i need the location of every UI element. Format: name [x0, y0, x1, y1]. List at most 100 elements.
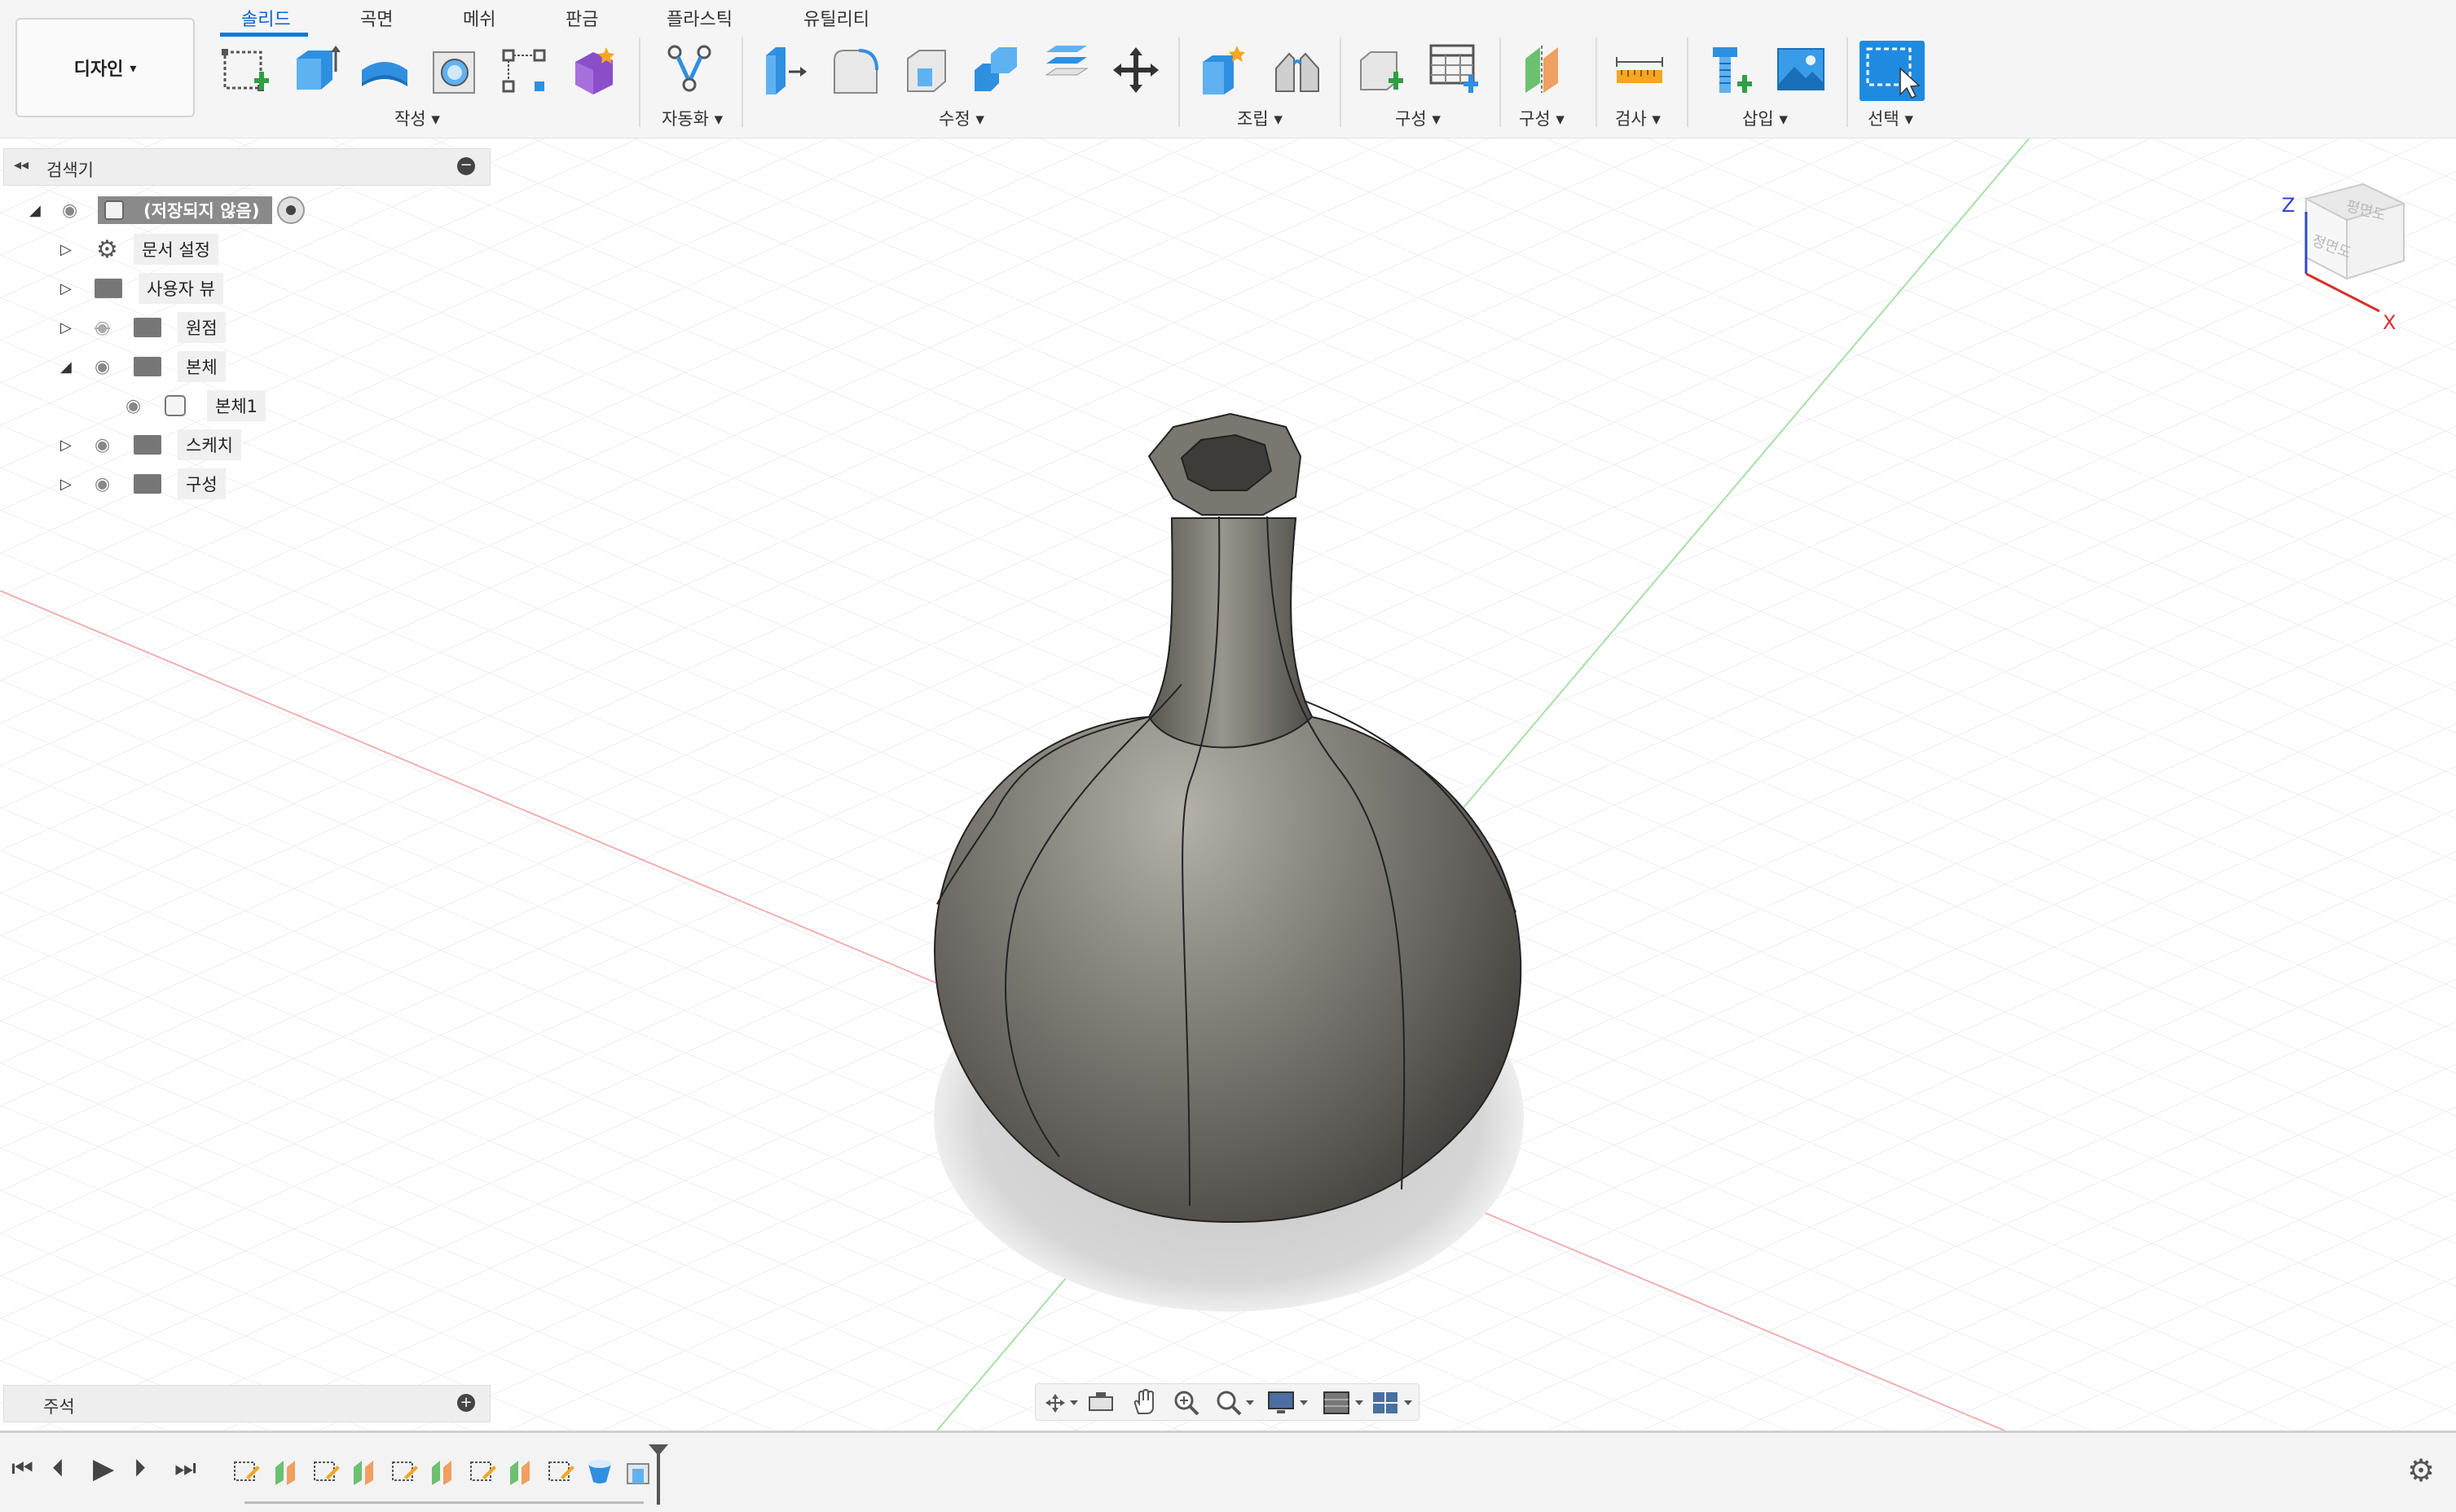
timeline-plane-feature-icon[interactable] [507, 1457, 536, 1487]
automate-group-dropdown[interactable]: 자동화 ▾ [662, 106, 723, 130]
browser-item-construction[interactable]: ▷ ◉ 구성 [60, 468, 226, 500]
orbit-icon[interactable] [1044, 1391, 1080, 1415]
fillet-icon[interactable] [830, 46, 882, 98]
timeline-marker[interactable] [657, 1449, 660, 1505]
timeline-sketch-feature-icon[interactable] [468, 1457, 497, 1487]
construct-group-dropdown[interactable]: 구성 ▾ [1395, 106, 1441, 130]
offset-plane-icon[interactable] [1356, 42, 1408, 94]
collapsed-triangle-icon[interactable]: ▷ [60, 280, 95, 297]
eye-icon[interactable]: ◉ [125, 396, 165, 416]
viewport-canvas[interactable]: 평면도 정면도 Z X [0, 138, 2456, 1431]
minimize-icon[interactable]: − [457, 157, 475, 175]
viewcube-x-axis-label: X [2383, 311, 2396, 334]
assemble-group-dropdown[interactable]: 조립 ▾ [1237, 106, 1283, 130]
viewcube-z-axis-label: Z [2282, 194, 2295, 217]
eye-icon[interactable]: ◉ [95, 474, 134, 494]
offset-face-icon[interactable] [1040, 41, 1092, 93]
browser-item-origin[interactable]: ▷ ◉ 원점 [60, 311, 226, 344]
rectangular-pattern-icon[interactable] [499, 46, 551, 98]
new-component-icon[interactable] [1198, 44, 1250, 96]
joint-icon[interactable] [1271, 44, 1323, 96]
chamfer-icon[interactable] [900, 46, 952, 98]
automate-icon[interactable] [663, 42, 715, 94]
toolbar-separator [1499, 37, 1501, 127]
timeline-sketch-feature-icon[interactable] [546, 1457, 575, 1487]
create-group-dropdown[interactable]: 작성 ▾ [394, 106, 440, 130]
activate-radio-icon[interactable] [277, 196, 306, 224]
revolve-icon[interactable] [359, 46, 411, 98]
measure-icon[interactable] [1613, 46, 1666, 98]
go-to-start-icon[interactable]: ⏮ [11, 1454, 33, 1483]
collapsed-triangle-icon[interactable]: ▷ [60, 437, 95, 454]
timeline-plane-feature-icon[interactable] [272, 1457, 301, 1487]
modify-group-label: 수정 [939, 109, 971, 129]
tab-mesh[interactable]: 메쉬 [463, 5, 495, 31]
extrude-icon[interactable] [288, 42, 341, 94]
collapsed-triangle-icon[interactable]: ▷ [60, 476, 95, 493]
tab-plastic[interactable]: 플라스틱 [667, 5, 733, 31]
create-sketch-icon[interactable] [218, 46, 271, 98]
collapse-panel-icon[interactable]: ◂◂ [14, 156, 29, 174]
combine-icon[interactable] [970, 44, 1022, 96]
collapsed-triangle-icon[interactable]: ▷ [60, 319, 95, 336]
modify-group-dropdown[interactable]: 수정 ▾ [939, 106, 984, 130]
insert-mcmaster-icon[interactable] [1706, 44, 1758, 96]
browser-item-sketches[interactable]: ▷ ◉ 스케치 [60, 429, 241, 461]
construct-plane-icon[interactable] [1519, 42, 1571, 94]
go-to-end-icon[interactable]: ⏭ [174, 1454, 196, 1483]
timeline-settings-gear-icon[interactable]: ⚙ [2407, 1453, 2435, 1488]
select-group-dropdown[interactable]: 선택 ▾ [1868, 106, 1913, 130]
browser-item-document-settings[interactable]: ▷ ⚙ 문서 설정 [60, 233, 218, 266]
eye-icon[interactable]: ◉ [95, 435, 134, 455]
eye-icon[interactable]: ◉ [62, 200, 98, 221]
create-form-icon[interactable] [569, 44, 621, 96]
step-forward-icon[interactable]: ⏵ [134, 1454, 146, 1483]
grid-snap-icon[interactable] [1323, 1389, 1365, 1417]
browser-root-row[interactable]: ◢ ◉ (저장되지 않음) [29, 194, 306, 226]
browser-item-body1[interactable]: ◉ 본체1 [125, 389, 266, 422]
pan-icon[interactable] [1130, 1389, 1158, 1417]
comments-title: 주석 [43, 1397, 75, 1417]
tab-utilities[interactable]: 유틸리티 [803, 5, 869, 31]
timeline-sketch-feature-icon[interactable] [311, 1457, 341, 1487]
construct-group-dropdown-2[interactable]: 구성 ▾ [1519, 106, 1565, 130]
press-pull-icon[interactable] [759, 44, 812, 96]
add-comment-icon[interactable]: + [457, 1394, 475, 1412]
fit-zoom-icon[interactable] [1215, 1389, 1256, 1417]
look-at-icon[interactable] [1088, 1391, 1114, 1415]
workspace-switcher-button[interactable]: 디자인 ▾ [15, 18, 195, 117]
expanded-triangle-icon[interactable]: ◢ [60, 358, 95, 376]
zoom-icon[interactable] [1173, 1389, 1200, 1417]
browser-item-label: 스케치 [178, 429, 241, 460]
play-icon[interactable]: ▶ [93, 1453, 114, 1485]
browser-item-named-views[interactable]: ▷ 사용자 뷰 [60, 272, 223, 305]
move-copy-icon[interactable] [1110, 44, 1162, 96]
timeline-sketch-feature-icon[interactable] [231, 1457, 261, 1487]
select-group-label: 선택 [1868, 109, 1899, 129]
timeline-sketch-feature-icon[interactable] [390, 1457, 419, 1487]
timeline-plane-feature-icon[interactable] [429, 1457, 458, 1487]
timeline-marker-handle[interactable] [649, 1444, 668, 1456]
hole-icon[interactable] [429, 46, 481, 98]
comments-panel-header[interactable]: 주석 + [3, 1385, 491, 1422]
expanded-triangle-icon[interactable]: ◢ [29, 202, 62, 219]
timeline-plane-feature-icon[interactable] [350, 1457, 380, 1487]
timeline-shell-feature-icon[interactable] [624, 1457, 654, 1487]
eye-hidden-icon[interactable]: ◉ [95, 318, 134, 338]
select-button[interactable] [1860, 41, 1925, 101]
inspect-group-dropdown[interactable]: 검사 ▾ [1615, 106, 1661, 130]
table-icon[interactable] [1428, 42, 1480, 94]
tab-solid[interactable]: 솔리드 [241, 5, 291, 31]
insert-canvas-icon[interactable] [1775, 44, 1827, 96]
viewports-icon[interactable] [1371, 1389, 1415, 1417]
timeline-loft-feature-icon[interactable] [585, 1457, 614, 1487]
display-settings-icon[interactable] [1267, 1389, 1309, 1417]
insert-group-dropdown[interactable]: 삽입 ▾ [1742, 106, 1788, 130]
collapsed-triangle-icon[interactable]: ▷ [60, 241, 96, 258]
tab-sheet-metal[interactable]: 판금 [566, 5, 598, 31]
browser-panel-header[interactable]: ◂◂ 검색기 − [3, 148, 491, 186]
browser-item-bodies[interactable]: ◢ ◉ 본체 [60, 350, 226, 383]
eye-icon[interactable]: ◉ [95, 357, 134, 377]
step-back-icon[interactable]: ⏴ [52, 1454, 64, 1483]
tab-surface[interactable]: 곡면 [360, 5, 393, 31]
